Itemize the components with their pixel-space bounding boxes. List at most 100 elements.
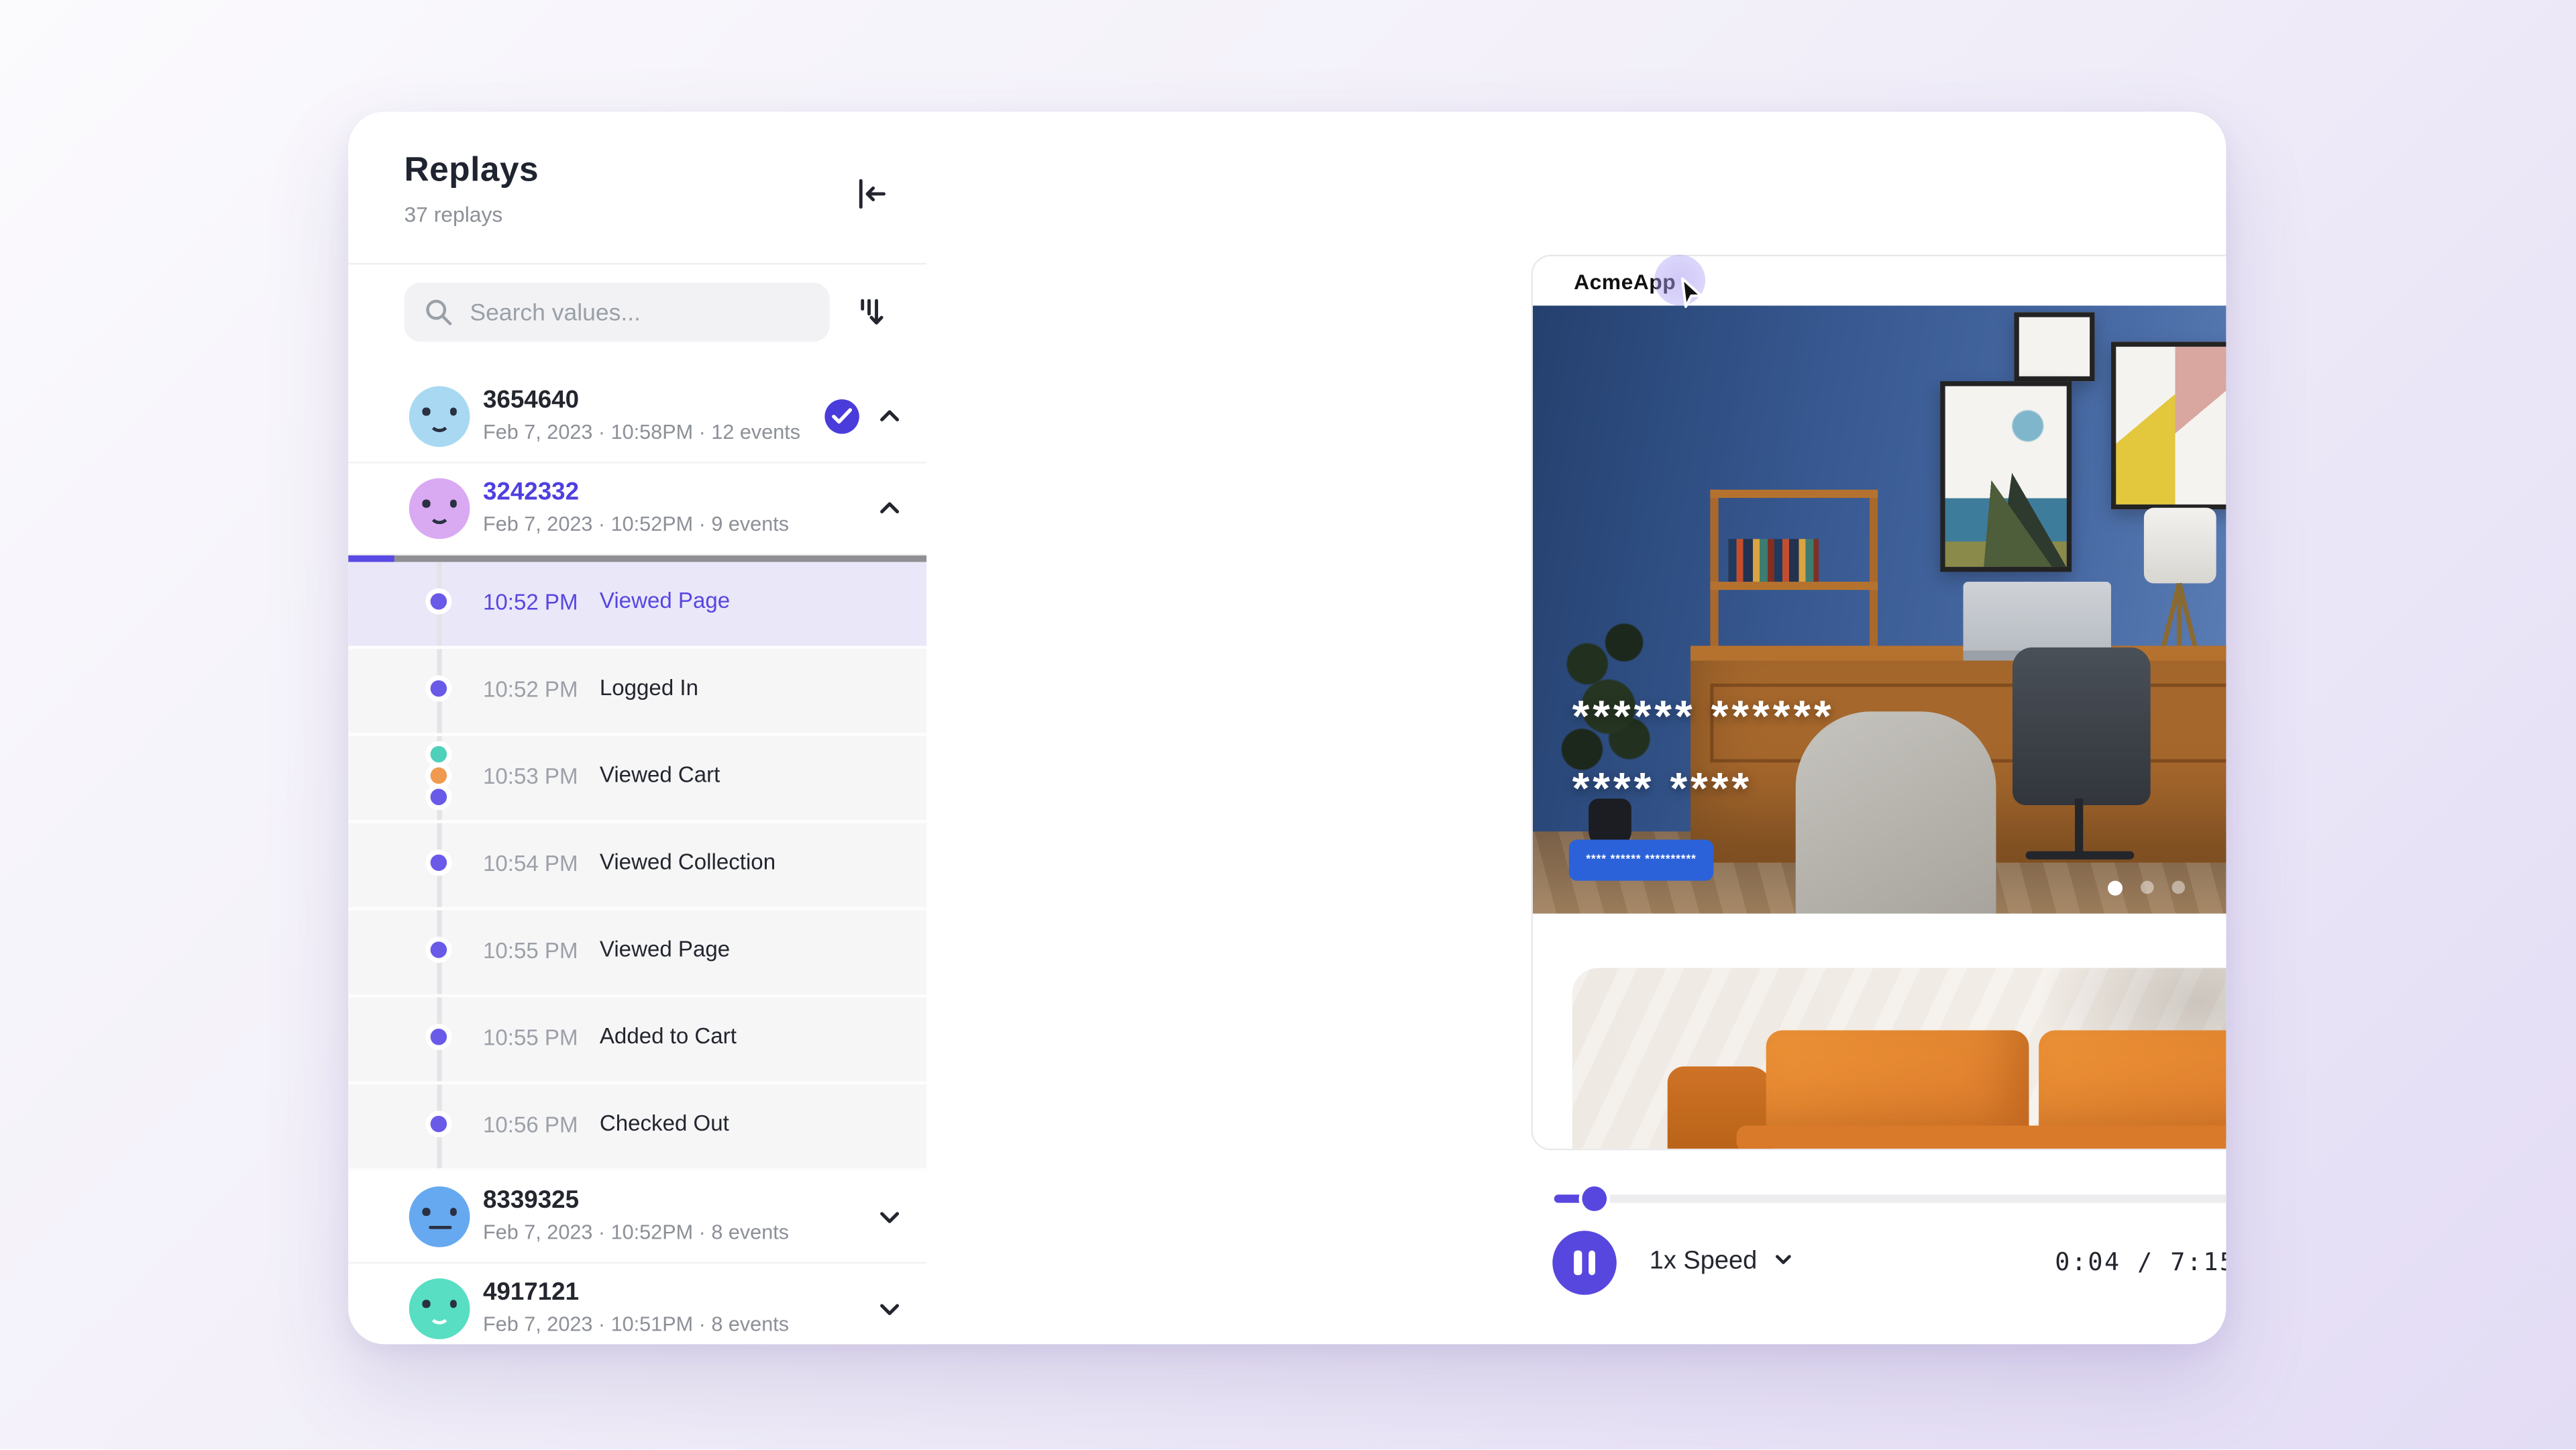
- site-lower-section: *** ****** ****: [1533, 914, 2226, 1151]
- chevron-down-icon[interactable]: [877, 1296, 902, 1321]
- pause-icon: [1574, 1251, 1581, 1276]
- session-row-3654640[interactable]: 3654640 Feb 7, 2023 · 10:58PM · 12 events: [348, 371, 926, 463]
- chevron-down-icon: [1772, 1249, 1794, 1270]
- replay-viewer: AcmeApp *****************: [926, 112, 2226, 1345]
- playback-speed-selector[interactable]: 1x Speed: [1650, 1247, 1786, 1277]
- event-dot: [431, 854, 447, 870]
- selected-check-badge: [824, 399, 859, 433]
- page-background: Replays 37 replays: [0, 0, 2576, 1449]
- event-time: 10:52 PM: [483, 590, 578, 615]
- playback-progress-thumb[interactable]: [1583, 1186, 1608, 1211]
- event-dot: [431, 789, 447, 805]
- chevron-up-icon[interactable]: [877, 404, 902, 429]
- event-time: 10:54 PM: [483, 851, 578, 876]
- session-id: 3654640: [483, 386, 579, 415]
- session-avatar: [409, 386, 470, 448]
- collapse-panel-icon: [851, 174, 891, 214]
- check-icon: [831, 407, 853, 425]
- session-row-4917121[interactable]: 4917121 Feb 7, 2023 · 10:51PM · 8 events: [348, 1263, 926, 1344]
- scene-frame-diamond: [2111, 342, 2226, 509]
- search-input[interactable]: [467, 282, 818, 345]
- session-list: 3654640 Feb 7, 2023 · 10:58PM · 12 events…: [348, 371, 926, 1344]
- sofa-image: [1572, 968, 2226, 1150]
- session-meta: Feb 7, 2023 · 10:52PM · 8 events: [483, 1221, 789, 1244]
- session-avatar: [409, 1186, 470, 1247]
- chevron-up-icon[interactable]: [877, 497, 902, 521]
- event-dot: [431, 680, 447, 696]
- event-time: 10:56 PM: [483, 1112, 578, 1137]
- event-row[interactable]: 10:52 PM Logged In: [348, 649, 926, 736]
- search-icon: [424, 297, 453, 327]
- session-row-8339325[interactable]: 8339325 Feb 7, 2023 · 10:52PM · 8 events: [348, 1172, 926, 1263]
- event-dot: [431, 941, 447, 957]
- replays-sidebar: Replays 37 replays: [348, 112, 928, 1345]
- session-meta: Feb 7, 2023 · 10:58PM · 12 events: [483, 421, 800, 444]
- session-row-3242332[interactable]: 3242332 Feb 7, 2023 · 10:52PM · 9 events: [348, 464, 926, 556]
- masked-hero-heading: ****** ********** ****: [1572, 680, 1835, 825]
- event-dot: [431, 593, 447, 609]
- event-dot: [431, 746, 447, 762]
- mouse-cursor-icon: [1677, 276, 1707, 312]
- replay-count: 37 replays: [404, 202, 502, 227]
- event-row[interactable]: 10:54 PM Viewed Collection: [348, 823, 926, 911]
- product-card: *** ****** ****: [1572, 968, 2226, 1150]
- event-row[interactable]: 10:52 PM Viewed Page: [348, 562, 926, 650]
- session-id: 4917121: [483, 1278, 579, 1306]
- page-title: Replays: [404, 151, 539, 191]
- search-box[interactable]: [404, 282, 829, 342]
- scene-office-chair: [2012, 648, 2151, 805]
- session-id: 3242332: [483, 478, 579, 507]
- chevron-down-icon[interactable]: [877, 1204, 902, 1229]
- session-timeline-progress-fill: [348, 556, 394, 562]
- event-time: 10:55 PM: [483, 1025, 578, 1050]
- search-row: [348, 263, 926, 373]
- session-avatar: [409, 1278, 470, 1339]
- event-row[interactable]: 10:55 PMViewed Page: [348, 911, 926, 998]
- hero-image: ****** ********** **** **** ****** *****…: [1533, 306, 2226, 914]
- speed-label: 1x Speed: [1650, 1247, 1757, 1276]
- carousel-dots: [1533, 881, 2226, 896]
- pause-button[interactable]: [1552, 1231, 1617, 1295]
- scene-lamp: [2144, 508, 2216, 584]
- event-time: 10:55 PM: [483, 938, 578, 963]
- event-time: 10:53 PM: [483, 764, 578, 789]
- event-row[interactable]: 10:56 PM Checked Out: [348, 1084, 926, 1172]
- session-meta: Feb 7, 2023 · 10:52PM · 9 events: [483, 513, 789, 535]
- event-label: Viewed Cart: [600, 762, 720, 787]
- collapse-sidebar-button[interactable]: [851, 174, 891, 214]
- session-avatar: [409, 478, 470, 539]
- event-time: 10:52 PM: [483, 677, 578, 702]
- event-timeline: 10:52 PMViewed Page10:52 PMLogged In10:5…: [348, 562, 926, 1172]
- app-window: Replays 37 replays: [348, 112, 2226, 1345]
- hero-cta-button[interactable]: **** ****** **********: [1569, 839, 1714, 880]
- sofa-cushion: [2039, 1031, 2226, 1139]
- session-id: 8339325: [483, 1186, 579, 1214]
- carousel-dot[interactable]: [2171, 881, 2184, 894]
- event-label: Added to Cart: [600, 1024, 737, 1049]
- scene-frame-small: [2014, 312, 2094, 381]
- sort-descending-icon: [851, 293, 891, 332]
- replay-player-viewport: AcmeApp *****************: [1531, 255, 2226, 1151]
- event-row[interactable]: 10:53 PM Viewed Cart: [348, 736, 926, 823]
- session-timeline-progress: [348, 556, 926, 562]
- playback-time: 0:04 / 7:15: [2053, 1247, 2226, 1277]
- sofa-cushion: [1766, 1031, 2029, 1139]
- event-label: Checked Out: [600, 1111, 729, 1136]
- carousel-dot-active[interactable]: [2107, 881, 2122, 896]
- event-dot: [431, 768, 447, 784]
- carousel-dot[interactable]: [2140, 881, 2153, 894]
- event-label: Viewed Collection: [600, 849, 775, 874]
- sort-button[interactable]: [851, 293, 891, 332]
- replayed-site-navbar: AcmeApp *****************: [1533, 256, 2226, 305]
- playback-progress-bar[interactable]: [1554, 1194, 2226, 1202]
- scene-laptop: [1964, 582, 2111, 651]
- scene-frame-mountain: [1940, 381, 2072, 572]
- sidebar-header: Replays 37 replays: [348, 112, 926, 265]
- event-row[interactable]: 10:55 PM Added to Cart: [348, 998, 926, 1085]
- event-dot: [431, 1116, 447, 1132]
- event-label: Viewed Page: [600, 588, 730, 613]
- sofa-seat: [1737, 1126, 2226, 1151]
- session-meta: Feb 7, 2023 · 10:51PM · 8 events: [483, 1313, 789, 1336]
- event-dot: [431, 1029, 447, 1045]
- event-label: Logged In: [600, 676, 698, 701]
